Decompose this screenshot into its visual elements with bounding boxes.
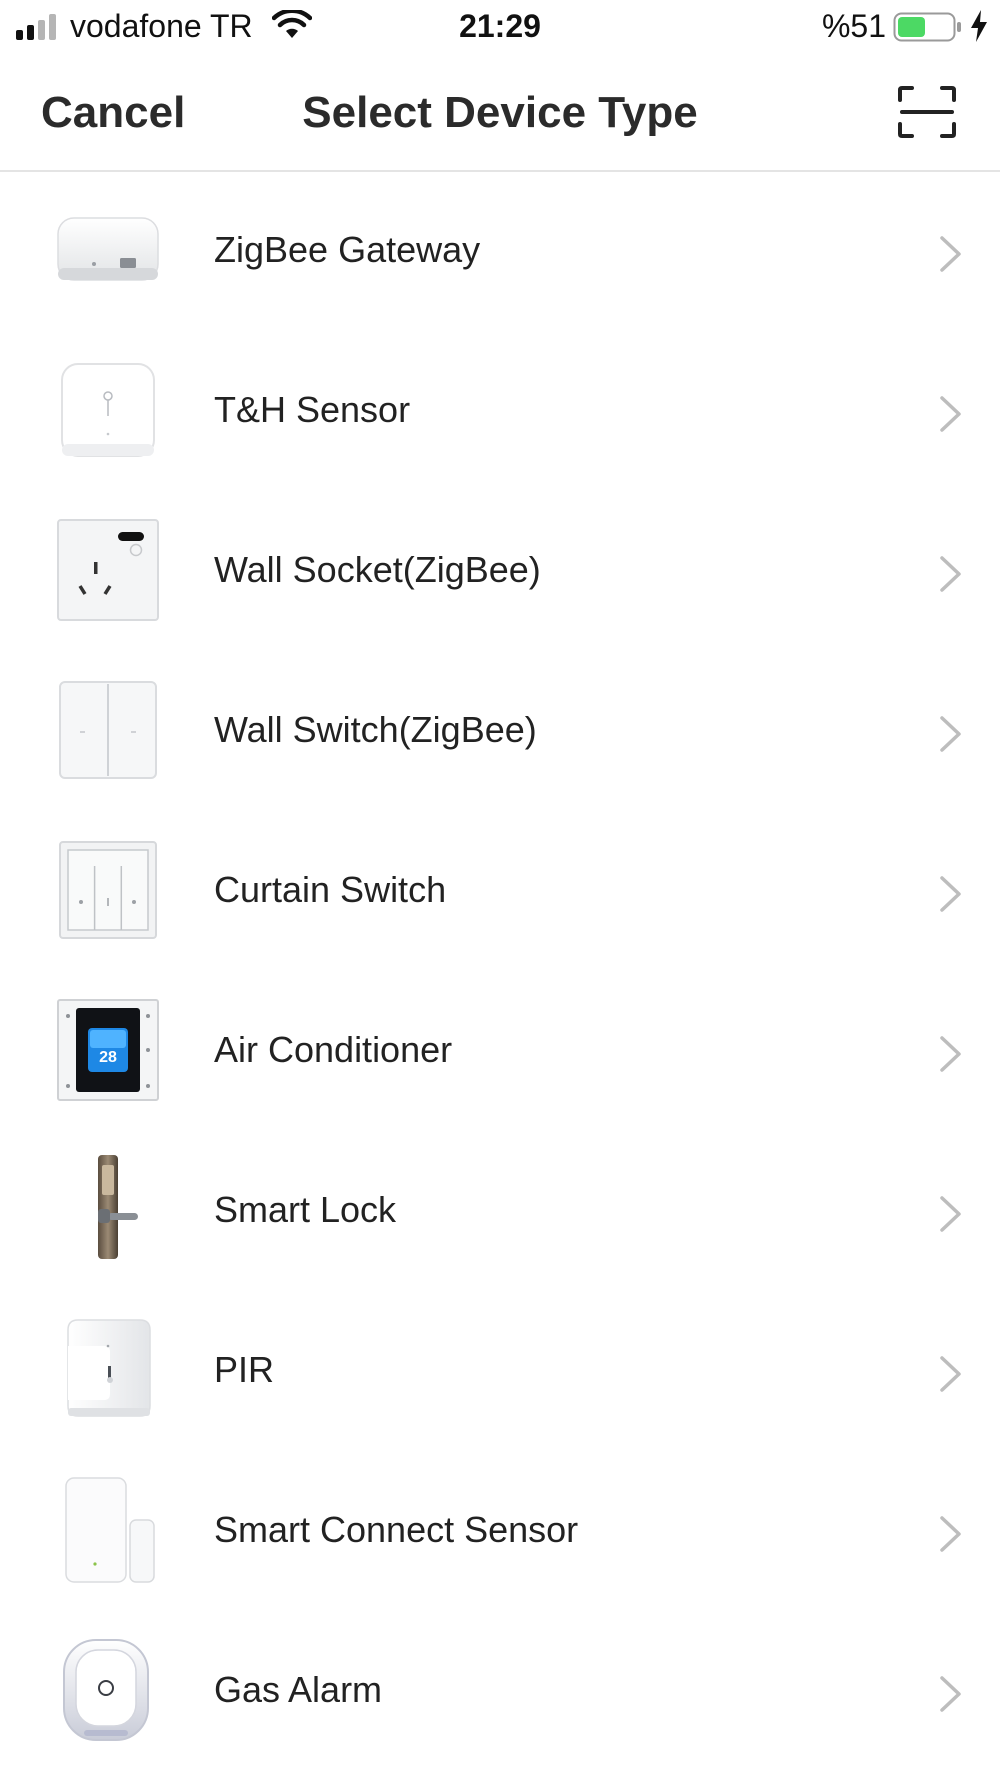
device-label: Smart Connect Sensor bbox=[214, 1509, 579, 1550]
wall-socket-icon bbox=[57, 519, 159, 621]
zigbee-gateway-icon bbox=[57, 217, 159, 281]
chevron-right-icon bbox=[940, 1516, 961, 1552]
device-label: Wall Socket(ZigBee) bbox=[214, 549, 541, 590]
wall-switch-icon bbox=[59, 681, 157, 779]
device-row-wall-socket[interactable]: Wall Socket(ZigBee) bbox=[0, 492, 1000, 652]
air-conditioner-icon: 28 bbox=[57, 999, 159, 1101]
device-label: Air Conditioner bbox=[214, 1029, 453, 1070]
device-label: PIR bbox=[214, 1349, 275, 1390]
pir-sensor-icon bbox=[67, 1319, 151, 1417]
device-label: Smart Lock bbox=[214, 1189, 397, 1230]
device-label: Curtain Switch bbox=[214, 869, 447, 910]
battery-icon bbox=[893, 12, 961, 42]
curtain-switch-icon bbox=[59, 841, 157, 939]
device-label: ZigBee Gateway bbox=[214, 229, 481, 270]
cancel-button[interactable]: Cancel bbox=[41, 88, 185, 138]
device-row-smart-lock[interactable]: Smart Lock bbox=[0, 1132, 1000, 1292]
device-label: Gas Alarm bbox=[214, 1669, 383, 1710]
device-type-list: ZigBee Gateway T&H Sensor Wall Socket(Zi… bbox=[0, 172, 1000, 1772]
device-row-gas-alarm[interactable]: Gas Alarm bbox=[0, 1612, 1000, 1772]
smart-lock-icon bbox=[98, 1155, 138, 1259]
chevron-right-icon bbox=[940, 876, 961, 912]
device-row-wall-switch[interactable]: Wall Switch(ZigBee) bbox=[0, 652, 1000, 812]
charging-bolt-icon bbox=[971, 10, 987, 42]
status-bar: vodafone TR 21:29 %51 bbox=[0, 0, 1000, 56]
chevron-right-icon bbox=[940, 396, 961, 432]
chevron-right-icon bbox=[940, 236, 961, 272]
chevron-right-icon bbox=[940, 716, 961, 752]
th-sensor-icon bbox=[61, 363, 155, 457]
device-row-smart-connect-sensor[interactable]: Smart Connect Sensor bbox=[0, 1452, 1000, 1612]
thermostat-reading: 28 bbox=[99, 1049, 117, 1066]
chevron-right-icon bbox=[940, 556, 961, 592]
chevron-right-icon bbox=[940, 1196, 961, 1232]
scan-icon[interactable] bbox=[898, 86, 956, 138]
device-row-air-conditioner[interactable]: 28 Air Conditioner bbox=[0, 972, 1000, 1132]
navigation-bar: Select Device Type Cancel bbox=[0, 60, 1000, 172]
chevron-right-icon bbox=[940, 1356, 961, 1392]
device-row-zigbee-gateway[interactable]: ZigBee Gateway bbox=[0, 172, 1000, 332]
door-sensor-icon bbox=[65, 1477, 155, 1583]
device-label: T&H Sensor bbox=[214, 389, 411, 430]
device-row-pir[interactable]: PIR bbox=[0, 1292, 1000, 1452]
chevron-right-icon bbox=[940, 1676, 961, 1712]
gas-alarm-icon bbox=[63, 1639, 149, 1741]
device-row-th-sensor[interactable]: T&H Sensor bbox=[0, 332, 1000, 492]
chevron-right-icon bbox=[940, 1036, 961, 1072]
device-label: Wall Switch(ZigBee) bbox=[214, 709, 537, 750]
device-row-curtain-switch[interactable]: Curtain Switch bbox=[0, 812, 1000, 972]
battery-percent: %51 bbox=[821, 8, 886, 44]
